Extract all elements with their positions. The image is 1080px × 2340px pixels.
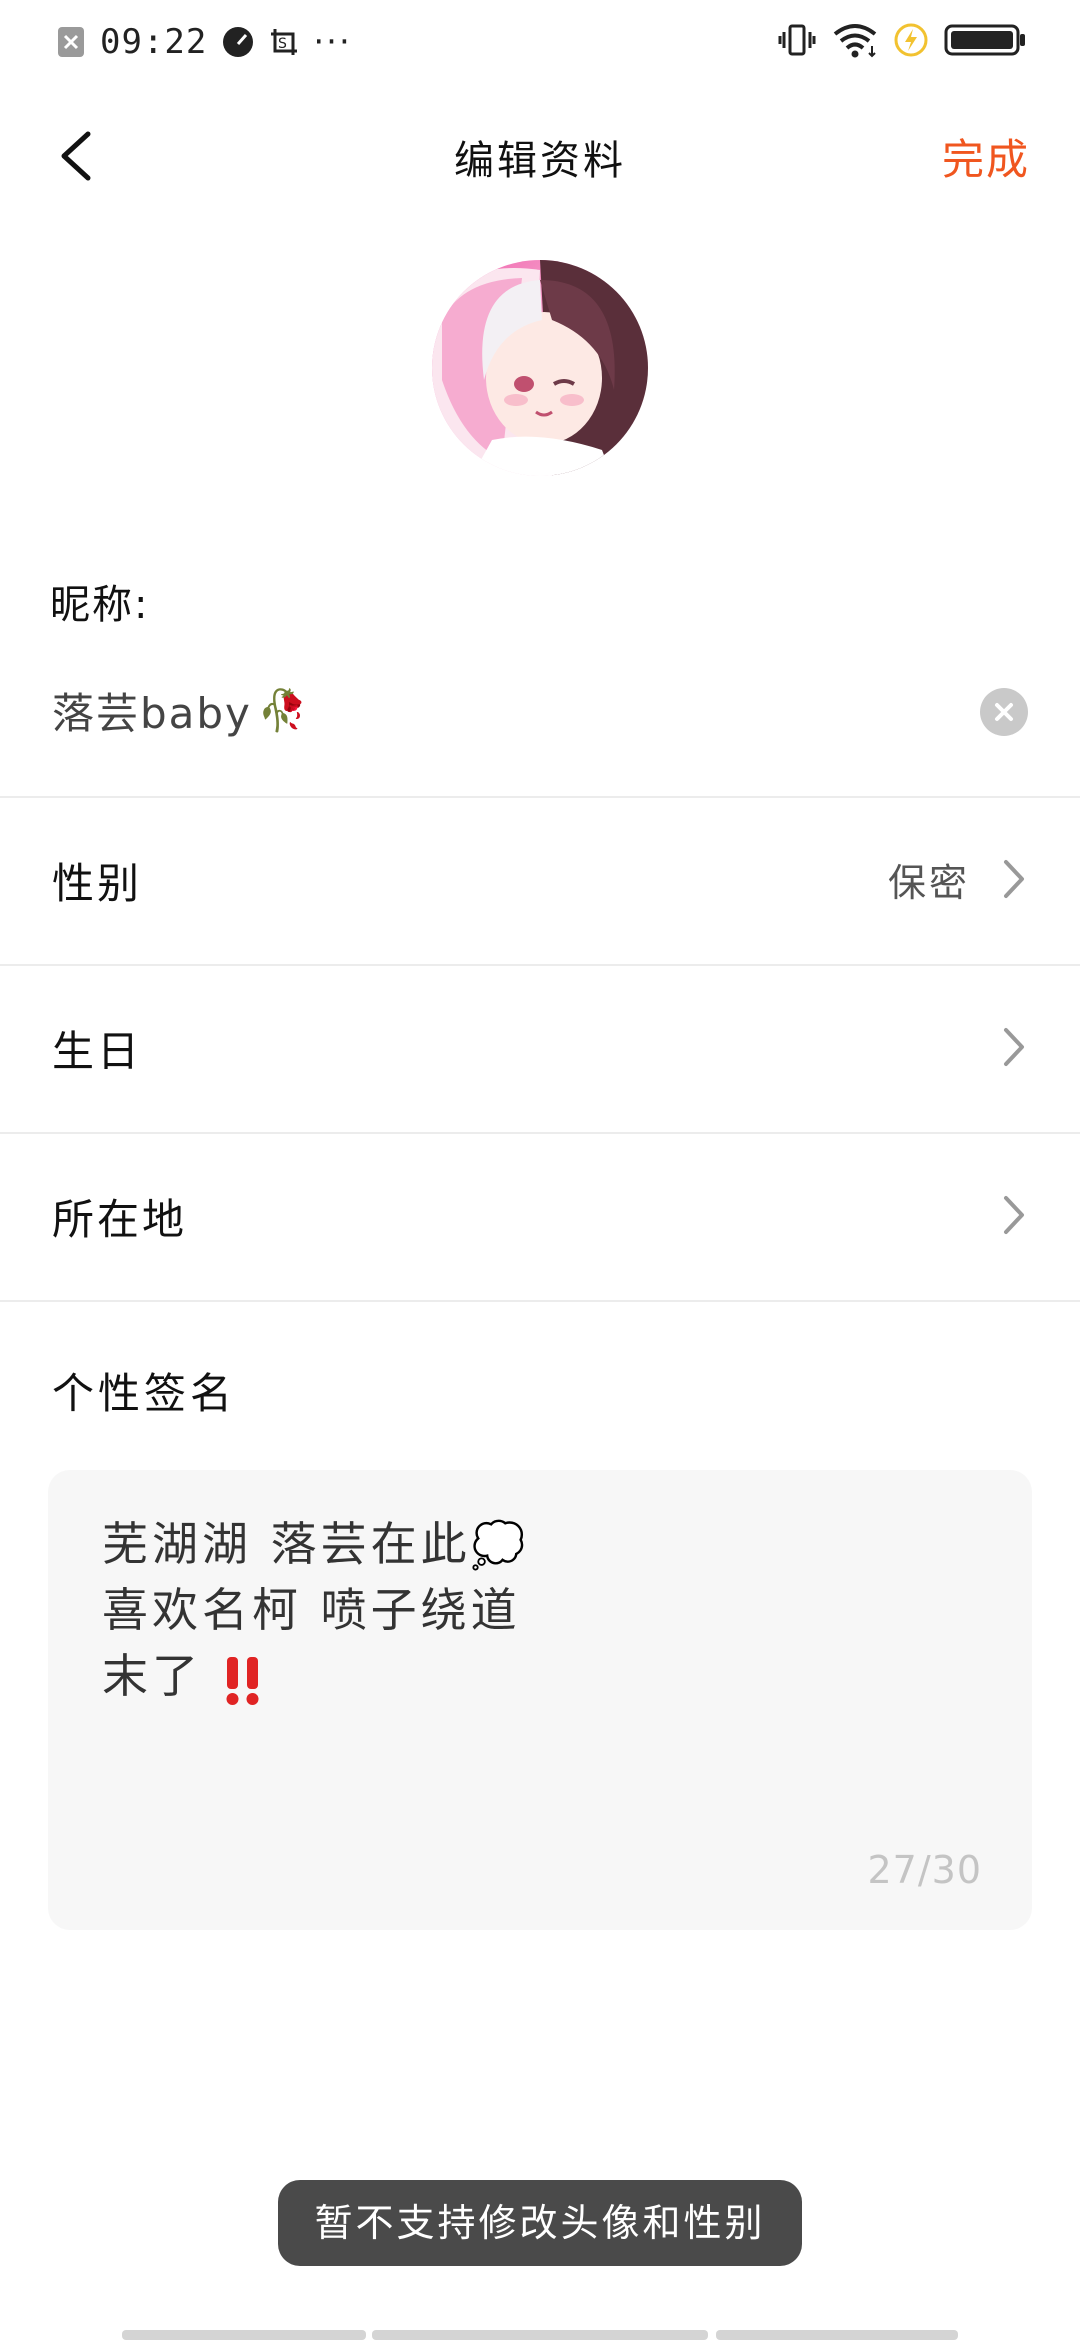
charging-icon [894, 23, 928, 61]
toast-message: 暂不支持修改头像和性别 [278, 2180, 802, 2266]
clear-icon [995, 703, 1013, 721]
signature-line: 喜欢名柯 喷子绕道 [102, 1583, 521, 1637]
chevron-right-icon [1004, 1028, 1024, 1066]
thought-bubble-emoji: 💭 [470, 1520, 530, 1571]
divider [0, 1300, 1080, 1302]
location-row[interactable]: 所在地 [0, 1134, 1080, 1300]
page-title: 编辑资料 [454, 138, 626, 184]
avatar-image [432, 260, 648, 476]
gender-row[interactable]: 性别 保密 [0, 798, 1080, 964]
svg-text:S: S [278, 36, 287, 52]
signature-line: 末了 [102, 1640, 265, 1707]
vibrate-icon [778, 22, 816, 62]
clear-nickname-button[interactable] [980, 688, 1028, 736]
top-bar: 编辑资料 完成 [0, 100, 1080, 212]
signature-label: 个性签名 [52, 1369, 237, 1418]
more-icon: ··· [313, 22, 352, 62]
chevron-right-icon [1004, 1196, 1024, 1234]
wifi-icon [832, 22, 878, 62]
nav-bar-segment [716, 2330, 958, 2340]
gender-label: 性别 [52, 859, 143, 908]
double-exclamation-emoji [221, 1653, 265, 1707]
screenshot-icon: S [269, 25, 299, 59]
battery-icon [944, 23, 1026, 61]
birthday-label: 生日 [52, 1027, 143, 1076]
character-counter: 27/30 [867, 1848, 982, 1892]
status-time: 09:22 [100, 22, 208, 62]
wilted-rose-emoji: 🥀 [257, 688, 310, 734]
nav-bar-segment [122, 2330, 366, 2340]
status-bar: 09:22 S ··· [0, 0, 1080, 84]
location-label: 所在地 [52, 1195, 188, 1244]
notification-close-icon [56, 25, 86, 59]
chevron-right-icon [1004, 860, 1024, 898]
birthday-row[interactable]: 生日 [0, 966, 1080, 1132]
avatar[interactable] [432, 260, 648, 476]
nav-bar-segment [372, 2330, 708, 2340]
signature-textarea[interactable]: 芜湖湖 落芸在此💭 喜欢名柯 喷子绕道 末了 27/30 [48, 1470, 1032, 1930]
gender-value: 保密 [887, 861, 970, 905]
nickname-field[interactable]: 落芸baby 🥀 [0, 660, 1080, 796]
speedometer-icon [221, 25, 255, 59]
nickname-input[interactable]: 落芸baby [52, 680, 252, 741]
signature-line: 芜湖湖 落芸在此💭 [102, 1517, 530, 1571]
nickname-label: 昵称: [50, 582, 150, 628]
done-button[interactable]: 完成 [942, 126, 1030, 187]
